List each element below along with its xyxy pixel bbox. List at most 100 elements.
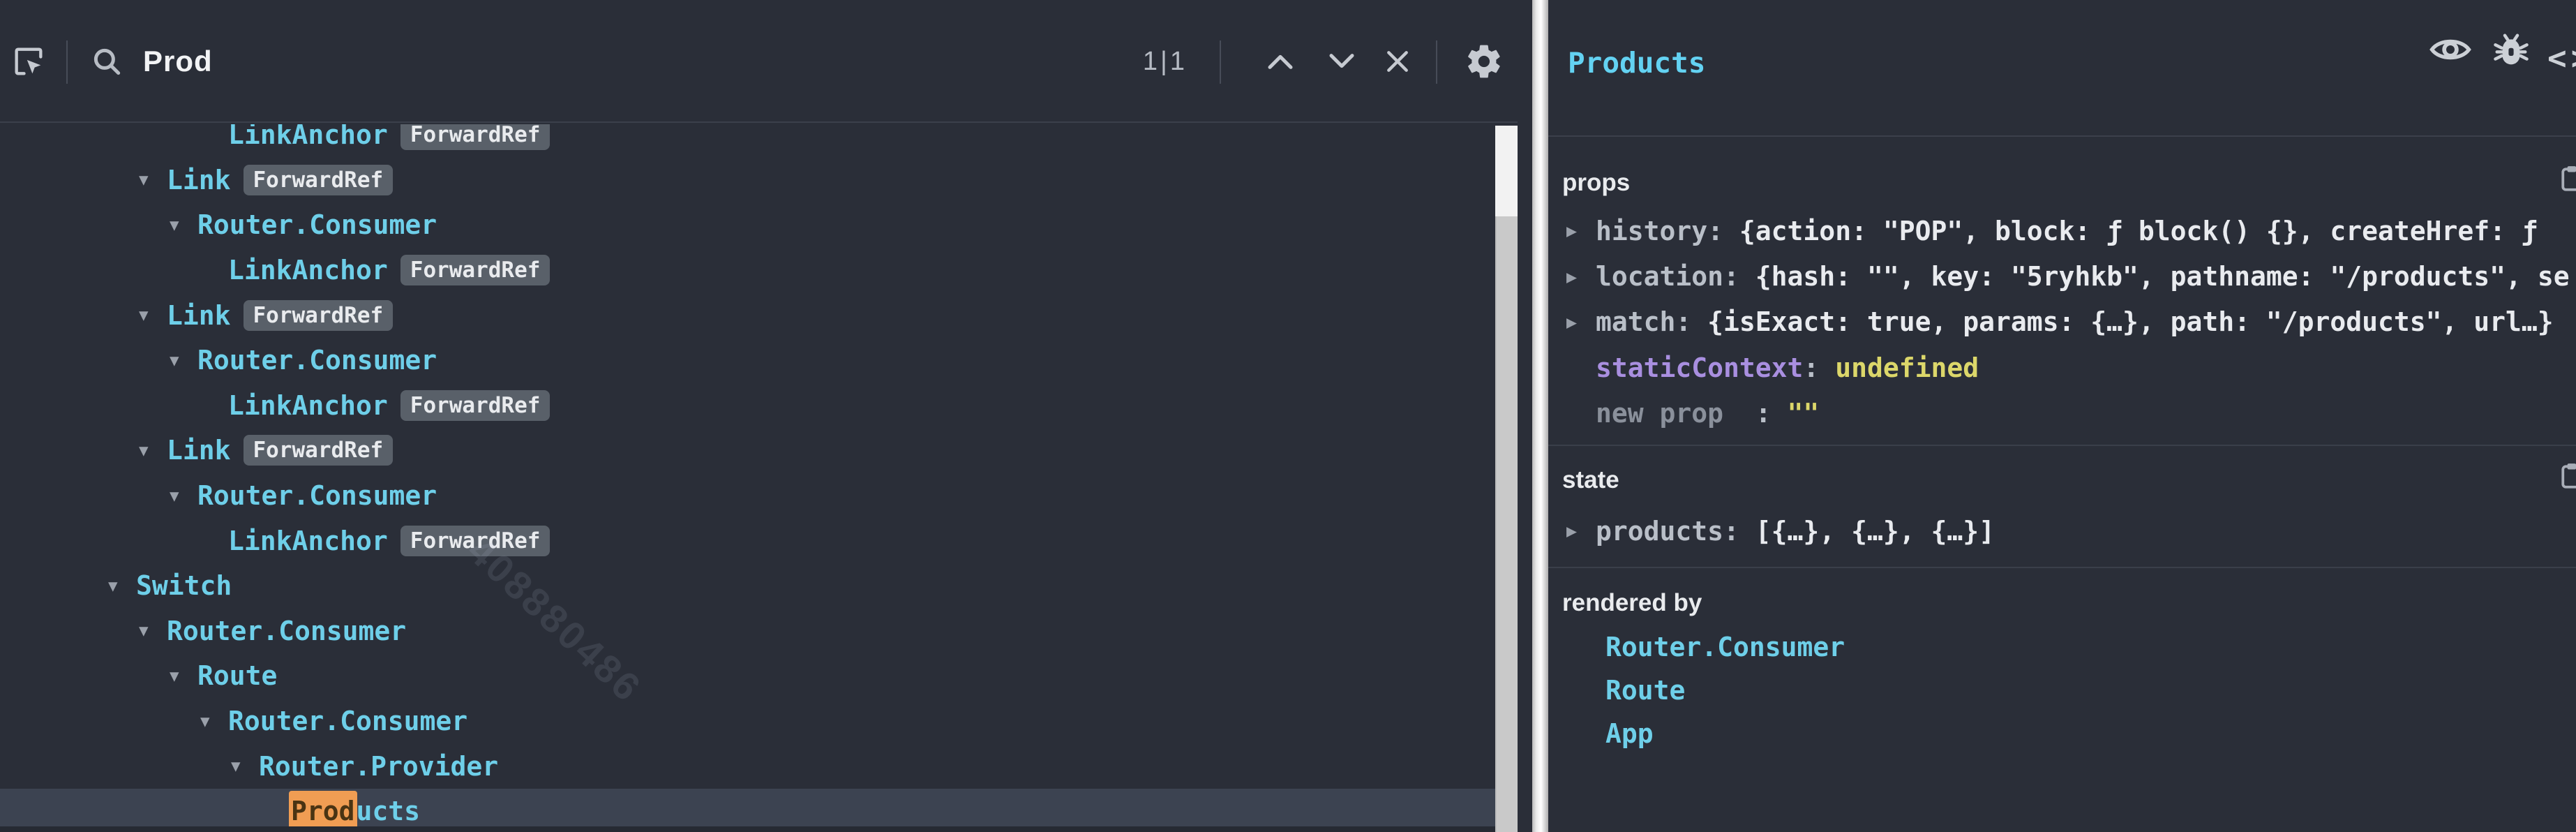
rendered-by-section-label: rendered by [1562,589,1702,617]
expand-arrow[interactable]: ▶ [1566,313,1596,331]
component-name: Router.Consumer [228,706,467,736]
expand-arrow[interactable]: ▶ [1566,268,1596,285]
value[interactable]: {action: "POP", block: ƒ block() {}, cre… [1739,216,2538,246]
component-name: Router.Consumer [197,345,437,376]
tree-row-router-consumer[interactable]: ▾Router.Consumer [0,609,1495,654]
component-name: LinkAnchor [228,526,388,556]
components-toolbar: Prod 1|1 [0,0,1518,123]
kv-row-location: ▶location: {hash: "", key: "5ryhkb", pat… [1548,253,2576,299]
tree-row-link[interactable]: ▾Link ForwardRef [0,292,1495,338]
search-input[interactable]: Prod [143,0,422,123]
component-name: Link [167,165,231,195]
clipboard-icon [2561,462,2576,490]
expand-arrow[interactable]: ▾ [200,712,228,731]
kv-row-staticContext: staticContext: undefined [1548,345,2576,390]
tree-row-link[interactable]: ▾LinkForwardRef [0,428,1495,473]
panel-splitter[interactable] [1532,0,1548,832]
value[interactable]: {isExact: true, params: {…}, path: "/pro… [1707,306,2554,337]
tree-row-linkanchor[interactable]: LinkAnchorForwardRef [0,383,1495,429]
expand-arrow[interactable]: ▾ [139,170,167,189]
tree-row-router-consumer[interactable]: ▾Router.Consumer [0,202,1495,248]
expand-arrow[interactable]: ▾ [170,351,197,370]
next-match-button[interactable] [1310,0,1373,123]
forwardref-badge: ForwardRef [400,124,551,150]
forwardref-badge: ForwardRef [400,390,551,421]
inspected-element-header: Products <> [1548,0,2576,137]
tree-row-router-provider[interactable]: ▾Router.Provider [0,743,1495,789]
tree-row-router-consumer[interactable]: ▾Router.Consumer [0,338,1495,383]
expand-arrow[interactable]: ▾ [170,216,197,235]
tree-row-router-consumer[interactable]: ▾Router.Consumer [0,699,1495,744]
kv-row-match: ▶match: {isExact: true, params: {…}, pat… [1548,299,2576,345]
gear-icon [1465,42,1504,81]
eye-icon [2429,34,2472,66]
expand-arrow[interactable]: ▾ [139,621,167,640]
component-name: LinkAnchor [228,255,388,285]
rendered-by-router-consumer[interactable]: Router.Consumer [1548,625,1845,669]
state-rows: ▶products: [{…}, {…}, {…}] [1548,508,2576,554]
component-name: Router.Provider [259,751,498,782]
debug-log-button[interactable] [2494,31,2529,68]
component-name: Link [167,300,231,331]
expand-arrow[interactable]: ▾ [108,577,136,595]
expand-arrow[interactable]: ▾ [139,306,167,325]
value[interactable]: [{…}, {…}, {…}] [1755,516,1995,547]
tree-row-linkanchor[interactable]: LinkAnchorForwardRef [0,248,1495,293]
expand-arrow[interactable]: ▾ [170,667,197,685]
key-value-separator: : [1723,261,1755,292]
tree-bottom-strip [0,826,1495,832]
search-result-count: 1|1 [1127,0,1204,123]
search-icon [82,0,131,123]
search-value: Prod [143,45,213,78]
key-value-separator: : [1675,306,1707,337]
code-brackets-icon: <> [2547,39,2576,77]
toolbar-divider [66,40,68,84]
tree-row-linkanchor[interactable]: LinkAnchor ForwardRef [0,124,1495,158]
close-icon [1384,48,1411,75]
forwardref-badge: ForwardRef [244,300,394,331]
copy-state-button[interactable] [2561,462,2576,490]
inspect-dom-element-button[interactable] [2429,34,2472,66]
key-name: location [1596,261,1723,292]
tree-scrollbar-thumb[interactable] [1495,216,1518,832]
inspect-element-icon [10,43,47,80]
bug-icon [2494,31,2529,68]
clipboard-icon [2561,165,2576,193]
tree-row-link[interactable]: ▾LinkForwardRef [0,158,1495,203]
tree-row-linkanchor[interactable]: LinkAnchorForwardRef [0,518,1495,563]
clear-search-button[interactable] [1366,0,1429,123]
expand-arrow[interactable]: ▶ [1566,222,1596,239]
value[interactable]: {hash: "", key: "5ryhkb", pathname: "/pr… [1755,261,2570,292]
view-source-button[interactable]: <> [2547,39,2576,77]
settings-button[interactable] [1453,0,1515,123]
inspected-component-title: Products [1568,46,1705,80]
component-name: Route [197,660,277,691]
toolbar-divider [1436,40,1437,84]
tree-scrollbar[interactable] [1495,126,1518,832]
expand-arrow[interactable]: ▾ [231,757,259,775]
rendered-by-list: Router.ConsumerRouteApp [1548,625,1845,755]
rendered-by-app[interactable]: App [1548,712,1845,755]
expand-arrow[interactable]: ▾ [139,441,167,460]
tree-row-switch[interactable]: ▾Switch [0,563,1495,609]
expand-arrow[interactable]: ▾ [170,486,197,505]
key-value-separator: : [1707,216,1739,246]
inspect-element-button[interactable] [4,0,53,123]
rendered-by-route[interactable]: Route [1548,669,1845,712]
tree-row-route[interactable]: ▾Route [0,653,1495,699]
kv-row-history: ▶history: {action: "POP", block: ƒ block… [1548,208,2576,253]
value[interactable]: undefined [1835,352,1979,383]
component-name: Router.Consumer [197,480,437,511]
value[interactable]: "" [1788,398,1820,429]
state-section-label: state [1562,466,1619,494]
component-name: LinkAnchor [228,124,388,150]
tree-row-products[interactable]: Products [0,789,1495,832]
copy-props-button[interactable] [2561,165,2576,193]
key-name: new prop [1596,398,1723,429]
previous-match-button[interactable] [1249,0,1312,123]
tree-row-router-consumer[interactable]: ▾Router.Consumer [0,473,1495,519]
expand-arrow[interactable]: ▶ [1566,522,1596,540]
chevron-down-icon [1328,52,1356,70]
section-divider [1548,445,2576,446]
kv-row-new-prop: new prop : "" [1548,391,2576,436]
